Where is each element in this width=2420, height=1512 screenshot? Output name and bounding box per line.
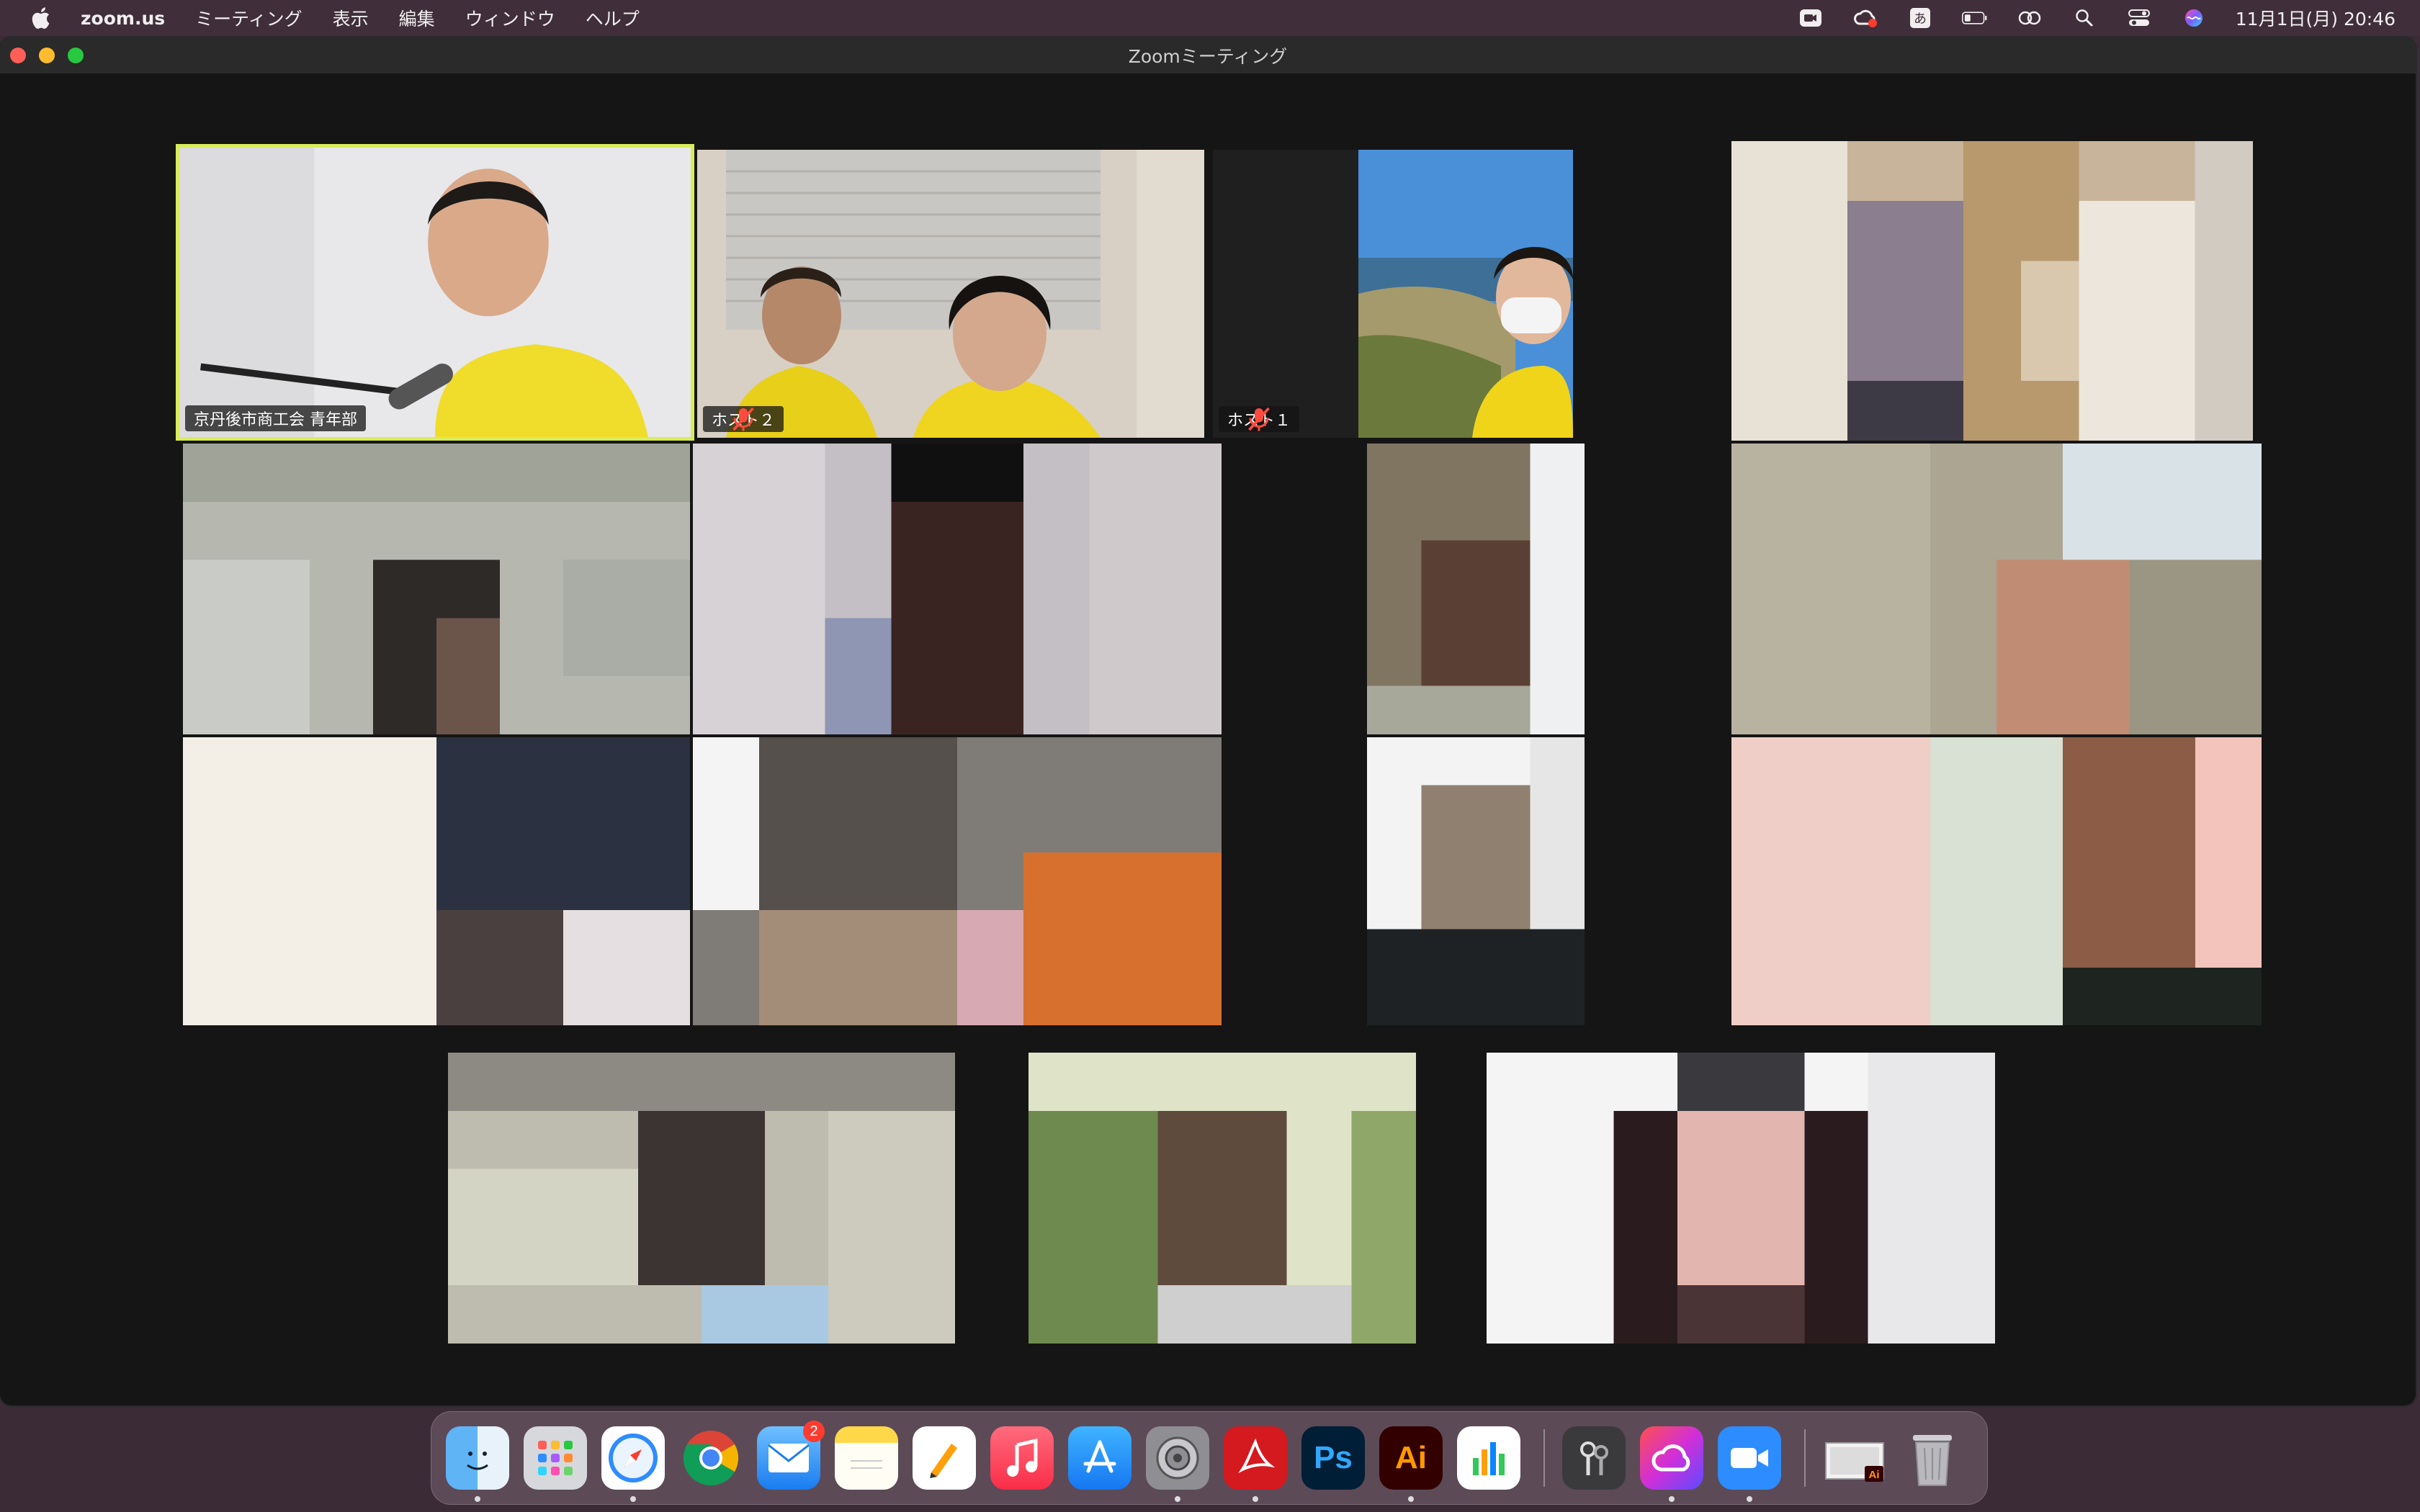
pixelated-video [1731, 737, 2262, 1025]
chrome-icon[interactable] [679, 1426, 743, 1490]
safari-icon[interactable] [601, 1426, 665, 1490]
window-title-bar[interactable]: Zoomミーティング [0, 37, 2416, 73]
menu-clock[interactable]: 11月1日(月) 20:46 [2236, 5, 2396, 31]
pixelated-video [183, 444, 690, 734]
participant-name-tag: 京丹後市商工会 青年部 [185, 405, 366, 431]
microphone-muted-icon [732, 407, 754, 431]
notes-icon[interactable] [835, 1426, 898, 1490]
video-tile-active-speaker[interactable]: 京丹後市商工会 青年部 [176, 144, 694, 441]
dock: 2 Ps Ai Ai [431, 1411, 1988, 1505]
pixelated-video [693, 444, 1222, 734]
participant-name-tag: ホスト２ [703, 406, 784, 432]
mail-icon[interactable]: 2 [757, 1421, 825, 1490]
system-preferences-icon[interactable] [1146, 1426, 1209, 1490]
dock-running-indicator [1408, 1496, 1414, 1502]
menu-help[interactable]: ヘルプ [586, 5, 640, 31]
svg-text:Ai: Ai [1869, 1469, 1880, 1481]
video-tile-participant[interactable] [1367, 444, 1585, 734]
pixelated-video [1487, 1053, 1995, 1344]
menu-bar: zoom.us ミーティング 表示 編集 ウィンドウ ヘルプ あ 11月1日(月… [0, 0, 2420, 36]
photoshop-icon[interactable]: Ps [1301, 1426, 1365, 1490]
illustrator-icon[interactable]: Ai [1379, 1426, 1443, 1490]
spotlight-search-icon[interactable] [2071, 8, 2097, 28]
zoom-icon[interactable] [1718, 1426, 1781, 1490]
zoom-camera-icon[interactable] [1798, 8, 1824, 28]
illustrator-document-icon[interactable]: Ai [1823, 1426, 1886, 1490]
zoom-meeting-window: Zoomミーティング 京丹後市商工会 青年部 [0, 37, 2416, 1405]
pixelated-video [1028, 1053, 1416, 1344]
pixelated-video [1367, 444, 1585, 734]
pages-icon[interactable] [913, 1426, 976, 1490]
menu-window[interactable]: ウィンドウ [465, 5, 555, 31]
input-mode-label: あ [1914, 12, 1927, 27]
video-tile-participant[interactable] [1731, 141, 2253, 441]
pixelated-video [183, 737, 690, 1025]
speaker-video [179, 148, 691, 437]
trash-icon[interactable] [1901, 1426, 1964, 1490]
pixelated-video [1731, 141, 2253, 441]
dock-running-indicator [1669, 1496, 1675, 1502]
launchpad-icon[interactable] [524, 1426, 587, 1490]
video-tile-host1[interactable]: ホスト１ [1213, 150, 1573, 438]
menu-app-name[interactable]: zoom.us [81, 8, 165, 29]
screen-mirroring-icon[interactable] [2017, 8, 2043, 28]
participant-name-tag: ホスト１ [1219, 406, 1300, 432]
video-tile-participant[interactable] [1028, 1053, 1416, 1344]
video-tile-participant[interactable] [1367, 737, 1585, 1025]
dock-running-indicator [1747, 1496, 1752, 1502]
pixelated-video [1731, 444, 2262, 734]
control-center-icon[interactable] [2126, 8, 2152, 28]
pixelated-video [448, 1053, 955, 1344]
window-minimize-button[interactable] [39, 48, 55, 63]
window-title: Zoomミーティング [1128, 46, 1288, 67]
speaker-name: 京丹後市商工会 青年部 [194, 411, 357, 429]
menu-edit[interactable]: 編集 [399, 5, 435, 31]
menu-meeting[interactable]: ミーティング [195, 5, 302, 31]
video-tile-participant[interactable] [1487, 1053, 1995, 1344]
apple-icon[interactable] [30, 6, 50, 30]
finder-icon[interactable] [446, 1426, 509, 1490]
video-tile-host2[interactable]: ホスト２ [697, 150, 1204, 438]
dock-running-indicator [1252, 1496, 1258, 1502]
dock-running-indicator [630, 1496, 636, 1502]
pixelated-video [693, 737, 1222, 1025]
pixelated-video [1367, 737, 1585, 1025]
app-store-icon[interactable] [1068, 1426, 1131, 1490]
numbers-icon[interactable] [1457, 1426, 1520, 1490]
dock-separator [1543, 1429, 1545, 1487]
siri-icon[interactable] [2181, 8, 2207, 28]
menu-view[interactable]: 表示 [333, 5, 369, 31]
dock-running-indicator [1175, 1496, 1180, 1502]
video-tile-participant[interactable] [693, 737, 1222, 1025]
input-method-icon[interactable]: あ [1907, 8, 1933, 28]
microphone-muted-icon [1248, 407, 1270, 431]
host2-video [697, 150, 1204, 438]
video-tile-participant[interactable] [448, 1053, 955, 1344]
keychain-access-icon[interactable] [1562, 1426, 1626, 1490]
video-tile-participant[interactable] [1731, 737, 2262, 1025]
acrobat-icon[interactable] [1224, 1426, 1287, 1490]
window-close-button[interactable] [10, 48, 26, 63]
host1-video [1213, 150, 1573, 438]
creative-cloud-icon[interactable] [1640, 1426, 1703, 1490]
video-tile-participant[interactable] [183, 737, 690, 1025]
window-fullscreen-button[interactable] [68, 48, 84, 63]
battery-icon[interactable] [1961, 8, 1988, 28]
video-tile-participant[interactable] [1731, 444, 2262, 734]
video-tile-participant[interactable] [693, 444, 1222, 734]
video-tile-participant[interactable] [183, 444, 690, 734]
dock-separator [1804, 1429, 1806, 1487]
mail-unread-badge: 2 [803, 1421, 825, 1442]
dock-running-indicator [475, 1496, 480, 1502]
creative-cloud-status-icon[interactable] [1852, 8, 1878, 28]
music-icon[interactable] [990, 1426, 1054, 1490]
